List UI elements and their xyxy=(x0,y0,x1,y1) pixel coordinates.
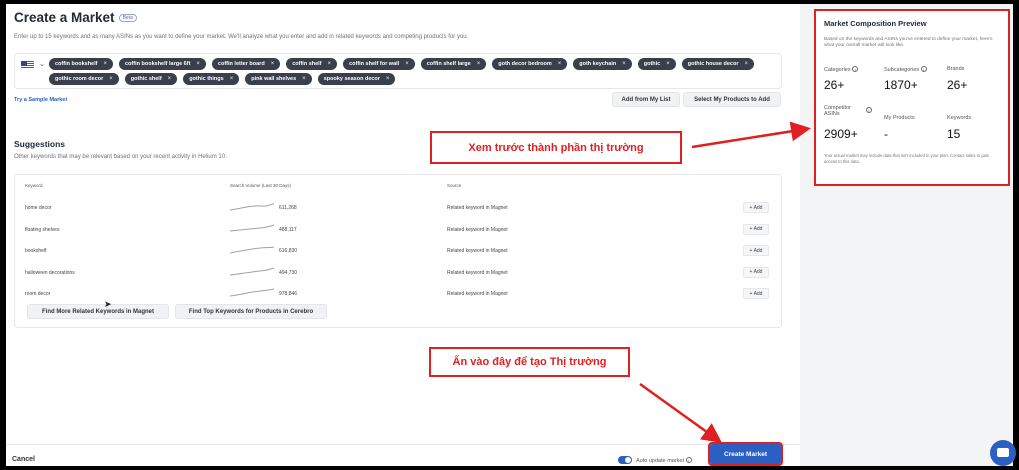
preview-arrow xyxy=(691,121,811,149)
annotation-arrows xyxy=(639,121,811,443)
create-arrow xyxy=(639,382,723,443)
chat-icon[interactable] xyxy=(990,440,1016,466)
